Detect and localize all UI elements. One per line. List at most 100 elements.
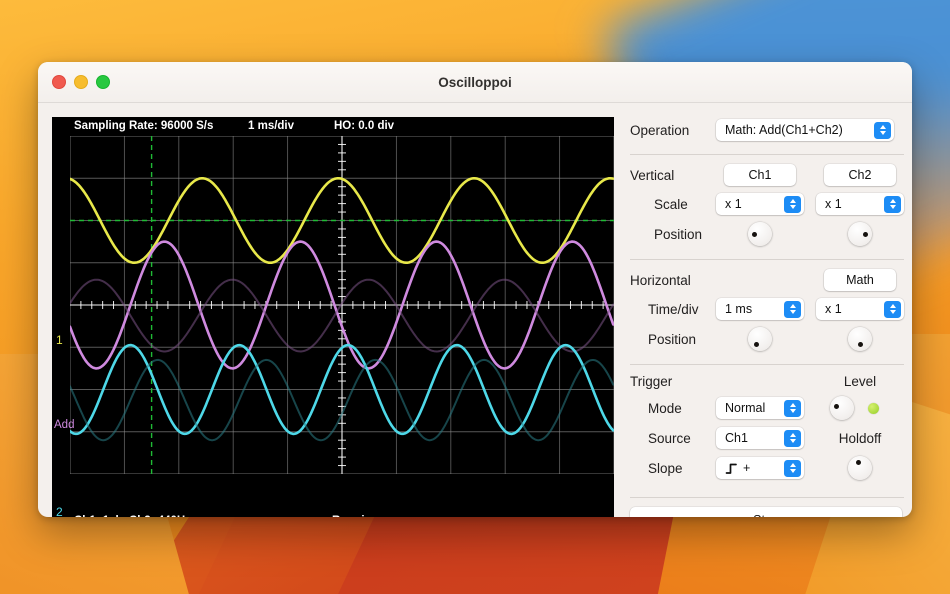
holdoff-label: Holdoff [839, 431, 882, 446]
window-titlebar[interactable]: Oscilloppoi [38, 62, 912, 103]
close-button[interactable] [52, 75, 66, 89]
trigger-level-knob[interactable] [830, 396, 854, 420]
stop-button[interactable]: Stop [630, 507, 902, 517]
ch1-button[interactable]: Ch1 [724, 164, 796, 186]
trigger-slope-slot: + [716, 457, 804, 479]
math-scale-slot: x 1 [816, 298, 904, 320]
trigger-mode-select[interactable]: Normal [716, 397, 804, 419]
stepper-icon[interactable] [784, 196, 801, 213]
knob-indicator-dot [752, 232, 757, 237]
math-position-knob[interactable] [848, 327, 872, 351]
stepper-icon[interactable] [884, 196, 901, 213]
divider-vertical [630, 259, 904, 260]
divider-horizontal [630, 364, 904, 365]
waveform-canvas [70, 136, 614, 474]
vertical-position-label: Position [630, 227, 716, 242]
trigger-mode-label: Mode [630, 401, 716, 416]
knob-indicator-dot [858, 342, 863, 347]
run-status-text: Running..... [332, 515, 395, 517]
ch2-scale-select[interactable]: x 1 [816, 193, 904, 215]
knob-indicator-dot [856, 460, 861, 465]
horizontal-position-knob[interactable] [748, 327, 772, 351]
stepper-icon[interactable] [884, 301, 901, 318]
scope-footer: Ch1: 1ch, Ch2: 440Hz Running..... [52, 512, 614, 517]
operation-value: Math: Add(Ch1+Ch2) [725, 123, 843, 137]
channel-info-text: Ch1: 1ch, Ch2: 440Hz [74, 515, 191, 517]
stepper-icon[interactable] [784, 460, 801, 477]
divider-operation [630, 154, 904, 155]
trigger-slope-row: Slope + [630, 456, 904, 480]
horizontal-position-label: Position [630, 332, 716, 347]
zoom-button[interactable] [96, 75, 110, 89]
timediv-slot: 1 ms [716, 298, 804, 320]
channel-marker-math: Add [54, 419, 74, 431]
scope-grid [70, 136, 614, 474]
horizontal-row: Horizontal Math [630, 269, 904, 291]
window-body: Sampling Rate: 96000 S/s 1 ms/div HO: 0.… [38, 103, 912, 517]
ch1-button-slot: Ch1 [716, 164, 804, 186]
trigger-source-value: Ch1 [725, 431, 748, 445]
vertical-scale-row: Scale x 1 x 1 [630, 193, 904, 215]
knob-indicator-dot [754, 342, 759, 347]
ch1-position-slot [716, 222, 804, 246]
knob-indicator-dot [834, 404, 839, 409]
holdoff-knob[interactable] [848, 456, 872, 480]
timediv-value: 1 ms [725, 302, 752, 316]
level-label-slot: Level [816, 374, 904, 389]
math-button[interactable]: Math [824, 269, 896, 291]
operation-select[interactable]: Math: Add(Ch1+Ch2) [716, 119, 894, 141]
ch1-scale-slot: x 1 [716, 193, 804, 215]
divider-trigger [630, 497, 904, 498]
app-window: Oscilloppoi Sampling Rate: 96000 S/s 1 m… [38, 62, 912, 517]
stepper-icon[interactable] [784, 400, 801, 417]
ch1-scale-select[interactable]: x 1 [716, 193, 804, 215]
vertical-scale-label: Scale [630, 197, 716, 212]
vertical-label: Vertical [630, 168, 716, 183]
ch2-position-slot [816, 222, 904, 246]
sampling-rate-text: Sampling Rate: 96000 S/s [74, 120, 213, 132]
trigger-source-slot: Ch1 [716, 427, 804, 449]
slope-value-wrap: + [725, 461, 750, 475]
ch2-scale-value: x 1 [825, 197, 842, 211]
ch2-position-knob[interactable] [848, 222, 872, 246]
level-control-slot [816, 396, 904, 420]
horizontal-offset-text: HO: 0.0 div [334, 120, 394, 132]
horizontal-position-row: Position [630, 327, 904, 351]
math-scale-value: x 1 [825, 302, 842, 316]
time-per-div-text: 1 ms/div [248, 120, 294, 132]
horizontal-position-slot [716, 327, 804, 351]
holdoff-knob-slot [816, 456, 904, 480]
oscilloscope-display[interactable]: Sampling Rate: 96000 S/s 1 ms/div HO: 0.… [52, 117, 614, 517]
stepper-icon[interactable] [784, 301, 801, 318]
stepper-icon[interactable] [784, 430, 801, 447]
ch2-scale-slot: x 1 [816, 193, 904, 215]
timediv-select[interactable]: 1 ms [716, 298, 804, 320]
knob-indicator-dot [863, 232, 868, 237]
traffic-light-group [52, 75, 110, 89]
channel-marker-ch1: 1 [56, 333, 63, 347]
operation-label: Operation [630, 123, 716, 138]
operation-row: Operation Math: Add(Ch1+Ch2) [630, 119, 904, 141]
level-label: Level [844, 374, 876, 389]
trigger-source-label: Source [630, 431, 716, 446]
trigger-slope-value: + [743, 461, 750, 475]
trigger-row: Trigger Level [630, 374, 904, 389]
stepper-icon[interactable] [874, 122, 891, 139]
ch2-button[interactable]: Ch2 [824, 164, 896, 186]
trigger-source-row: Source Ch1 Holdoff [630, 427, 904, 449]
ch1-position-knob[interactable] [748, 222, 772, 246]
window-title: Oscilloppoi [38, 75, 912, 90]
math-button-slot: Math [816, 269, 904, 291]
minimize-button[interactable] [74, 75, 88, 89]
scope-header: Sampling Rate: 96000 S/s 1 ms/div HO: 0.… [52, 117, 614, 135]
ch2-button-slot: Ch2 [816, 164, 904, 186]
horizontal-label: Horizontal [630, 273, 716, 288]
math-scale-select[interactable]: x 1 [816, 298, 904, 320]
vertical-position-row: Position [630, 222, 904, 246]
trigger-source-select[interactable]: Ch1 [716, 427, 804, 449]
timediv-row: Time/div 1 ms x 1 [630, 298, 904, 320]
control-panel: Operation Math: Add(Ch1+Ch2) Vertical Ch… [624, 117, 904, 517]
trigger-slope-select[interactable]: + [716, 457, 804, 479]
trigger-slope-label: Slope [630, 461, 716, 476]
trigger-mode-value: Normal [725, 401, 765, 415]
